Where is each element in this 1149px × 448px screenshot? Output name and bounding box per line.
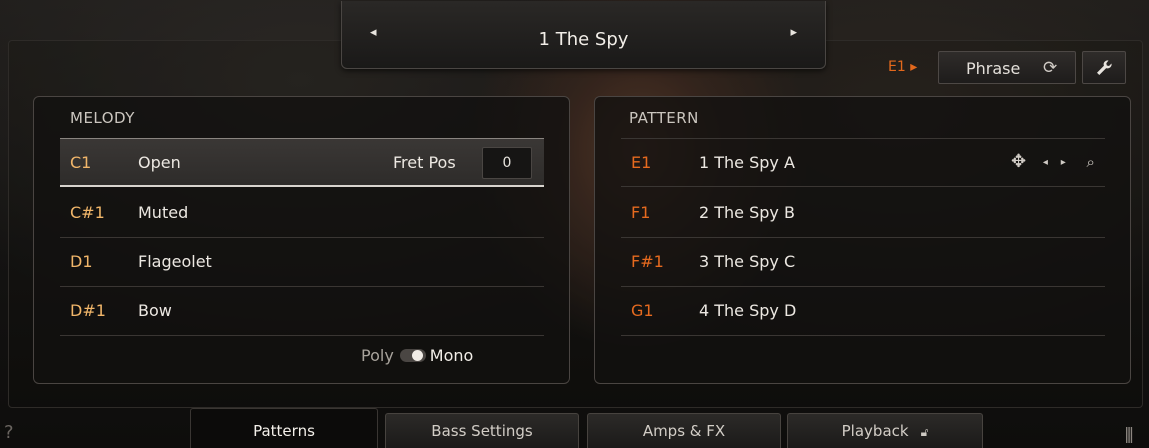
phrase-button-label: Phrase [966,59,1021,78]
next-preset-icon[interactable]: ▸ [790,25,797,40]
pattern-panel: PATTERN E1 1 The Spy A ✥ ◂ ▸ ⌕ F1 2 The … [594,96,1131,384]
pattern-note: F1 [631,203,651,222]
melody-note: C#1 [70,203,105,222]
pattern-note: F#1 [631,252,664,271]
pattern-label: 3 The Spy C [699,252,796,271]
pattern-note: G1 [631,301,654,320]
keyboard-icon[interactable]: ||| [1124,424,1134,443]
pattern-row-c[interactable]: F#1 3 The Spy C [621,238,1105,287]
pattern-title: PATTERN [629,109,699,127]
melody-panel: MELODY C1 Open Fret Pos 0 C#1 Muted D1 F… [33,96,570,384]
melody-label: Open [138,153,181,172]
settings-button[interactable] [1082,51,1126,84]
next-pattern-icon[interactable]: ▸ [1061,157,1066,168]
tab-playback[interactable]: Playback 🔓︎ [787,413,983,448]
unlock-icon: 🔓︎ [920,425,929,439]
poly-label: Poly [361,346,394,365]
search-icon[interactable]: ⌕ [1087,153,1095,171]
melody-label: Muted [138,203,189,222]
melody-note: D#1 [70,301,106,320]
wrench-icon [1097,60,1112,75]
mono-label: Mono [429,346,474,365]
poly-mono-switch[interactable]: Poly Mono [361,346,473,365]
pattern-label: 1 The Spy A [699,153,795,172]
preset-name[interactable]: 1 The Spy [342,29,825,50]
phrase-button[interactable]: Phrase ⟳ [938,51,1076,84]
pattern-row-d[interactable]: G1 4 The Spy D [621,287,1105,336]
tab-amps-fx[interactable]: Amps & FX [587,413,781,448]
pattern-label: 4 The Spy D [699,301,797,320]
melody-label: Bow [138,301,172,320]
preset-selector[interactable]: ◂ 1 The Spy ▸ [341,1,826,69]
melody-row-muted[interactable]: C#1 Muted [60,189,544,238]
tab-playback-label: Playback [841,422,909,440]
pattern-note: E1 [631,153,652,172]
sync-icon: ⟳ [1043,58,1058,78]
active-pattern-key-indicator: E1 ▸ [888,59,918,75]
prev-pattern-icon[interactable]: ◂ [1043,157,1048,168]
melody-row-flageolet[interactable]: D1 Flageolet [60,238,544,287]
tab-patterns[interactable]: Patterns [190,408,378,448]
drag-move-icon[interactable]: ✥ [1011,151,1026,172]
pattern-tools: ✥ ◂ ▸ ⌕ [1011,151,1095,172]
melody-label: Flageolet [138,252,212,271]
fret-pos-field[interactable]: 0 [482,147,532,179]
pattern-row-b[interactable]: F1 2 The Spy B [621,189,1105,238]
poly-mono-toggle[interactable] [399,349,426,362]
melody-note: D1 [70,252,93,271]
melody-note: C1 [70,153,92,172]
melody-row-open[interactable]: C1 Open Fret Pos 0 [60,138,544,187]
toggle-knob [411,350,423,361]
melody-row-bow[interactable]: D#1 Bow [60,287,544,336]
tab-bass-settings[interactable]: Bass Settings [385,413,579,448]
melody-title: MELODY [70,109,135,127]
pattern-label: 2 The Spy B [699,203,795,222]
pattern-row-a[interactable]: E1 1 The Spy A ✥ ◂ ▸ ⌕ [621,138,1105,187]
fret-pos-label: Fret Pos [393,153,456,172]
help-icon[interactable]: ? [4,422,14,443]
